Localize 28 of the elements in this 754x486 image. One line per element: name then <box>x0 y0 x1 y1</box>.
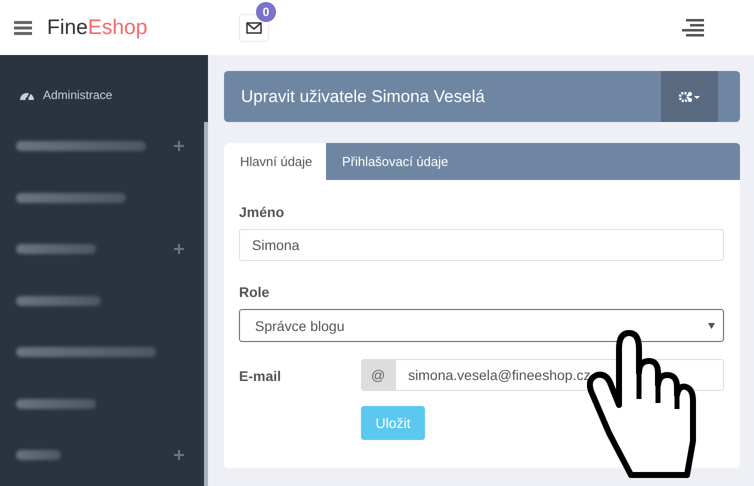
at-sign-addon: @ <box>361 359 396 391</box>
message-count-badge: 0 <box>256 2 276 22</box>
blurred-menu-entry[interactable] <box>16 296 101 306</box>
menu-icon[interactable] <box>14 20 32 34</box>
role-select[interactable]: Správce blogu <box>239 309 724 342</box>
caret-icon <box>708 322 715 328</box>
blurred-menu-entry[interactable] <box>16 244 96 254</box>
sidebar-item[interactable]: Administrace <box>0 69 208 120</box>
field-label: Jméno <box>239 204 286 220</box>
blurred-menu-entry[interactable] <box>16 398 96 409</box>
tab[interactable]: Přihlašovací údaje <box>326 143 464 180</box>
blurred-menu-entry[interactable] <box>16 347 156 358</box>
field-label: E-mail <box>239 368 282 384</box>
envelope-icon <box>246 22 262 34</box>
page-title: Upravit uživatele Simona Veselá <box>240 86 485 106</box>
tab[interactable]: Hlavní údaje <box>224 143 326 180</box>
brand-logo[interactable]: FineEshop <box>47 16 148 40</box>
settings-dropdown-button[interactable] <box>661 71 718 122</box>
blurred-menu-entry[interactable] <box>16 141 146 152</box>
blurred-menu-entry[interactable] <box>16 450 61 460</box>
field-label: Role <box>239 284 270 300</box>
align-right-icon[interactable] <box>682 18 704 36</box>
plus-icon[interactable] <box>174 141 184 152</box>
plus-icon[interactable] <box>174 450 184 460</box>
name-input-field[interactable]: Simona <box>239 229 724 261</box>
scrollbar[interactable] <box>204 122 208 486</box>
blurred-menu-entry[interactable] <box>16 192 126 203</box>
plus-icon[interactable] <box>174 244 184 254</box>
